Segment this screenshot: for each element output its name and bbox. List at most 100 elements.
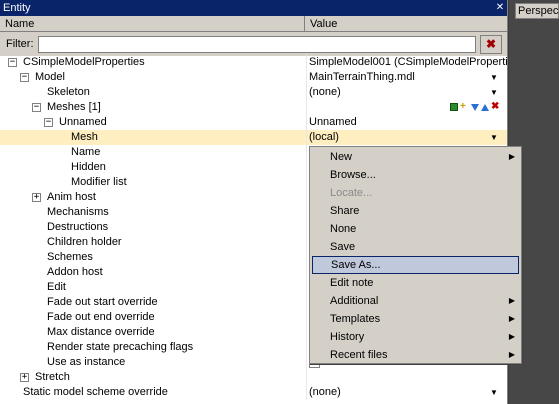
menu-item-label: Browse... [330,169,376,181]
submenu-arrow-icon: ▶ [508,152,515,161]
submenu-arrow-icon: ▶ [508,314,515,323]
model-value[interactable]: MainTerrainThing.mdl [309,70,415,85]
menu-item-label: Additional [330,295,379,307]
list-actions: + ✖ [450,102,501,112]
tree-row[interactable]: − Unnamed Unnamed [0,115,507,130]
tree-row[interactable]: − CSimpleModelProperties SimpleModel001 … [0,55,507,70]
panel-titlebar: Entity ✕ [0,0,507,16]
row-name: Static model scheme override [23,386,168,398]
clear-filter-button[interactable]: ✖ [480,35,502,54]
menu-item-label: Recent files [330,349,388,361]
menu-item-recent-files[interactable]: Recent files ▶ [312,346,519,364]
delete-icon[interactable]: ✖ [491,102,499,112]
column-divider [306,100,307,115]
row-name: CSimpleModelProperties [23,56,145,68]
submenu-arrow-icon: ▶ [508,296,515,305]
column-header: Name Value [0,16,507,32]
menu-item-label: Locate... [330,187,373,199]
viewport-label[interactable]: Perspective [515,3,559,19]
dropdown-arrow-icon[interactable]: ▼ [490,85,498,100]
plus-icon[interactable]: + [460,102,469,112]
row-name: Unnamed [59,116,107,128]
dropdown-arrow-icon[interactable]: ▼ [490,130,498,145]
column-divider [306,145,307,160]
row-value: Unnamed [309,116,357,128]
dropdown-arrow-icon[interactable]: ▼ [490,70,498,85]
menu-item-label: Edit note [330,277,374,289]
column-divider [306,235,307,250]
menu-item-label: History [330,331,365,343]
column-value-header[interactable]: Value [305,16,507,32]
collapse-icon[interactable]: − [8,58,17,67]
row-name: Mechanisms [47,206,109,218]
menu-item-label: Templates [330,313,381,325]
dropdown-arrow-icon[interactable]: ▼ [490,385,498,400]
column-divider [306,280,307,295]
close-icon[interactable]: ✕ [494,2,506,14]
tree-row-selected[interactable]: Mesh (local) ▼ [0,130,507,145]
column-divider [306,370,307,385]
collapse-icon[interactable]: − [44,118,53,127]
move-up-icon[interactable] [481,104,489,111]
column-divider [306,115,307,130]
submenu-arrow-icon: ▶ [508,350,515,359]
scheme-override-value[interactable]: (none) [309,385,341,400]
row-name: Skeleton [47,86,90,98]
menu-item-history[interactable]: History ▶ [312,328,519,346]
column-divider [306,70,307,85]
row-name: Use as instance [47,356,126,368]
menu-item-label: Save [330,241,356,253]
column-divider [306,295,307,310]
column-divider [306,310,307,325]
row-name: Edit [47,281,66,293]
skeleton-value[interactable]: (none) [309,85,341,100]
collapse-icon[interactable]: − [20,73,29,82]
column-divider [306,325,307,340]
menu-item-locate: Locate... [312,184,519,202]
column-divider [306,175,307,190]
column-divider [306,340,307,355]
menu-item-new[interactable]: New ▶ [312,148,519,166]
column-divider [306,205,307,220]
row-name: Destructions [47,221,109,233]
row-name: Schemes [47,251,93,263]
expand-icon[interactable]: + [20,373,29,382]
menu-item-templates[interactable]: Templates ▶ [312,310,519,328]
mesh-value[interactable]: (local) [309,130,339,145]
tree-row[interactable]: − Meshes [1] + ✖ [0,100,507,115]
menu-item-none[interactable]: None [312,220,519,238]
add-item-icon[interactable] [450,103,458,111]
row-name: Addon host [47,266,103,278]
row-name: Anim host [47,191,96,203]
column-divider [306,160,307,175]
column-divider [306,220,307,235]
column-divider [306,130,307,145]
menu-item-browse[interactable]: Browse... [312,166,519,184]
menu-item-label: Share [330,205,360,217]
row-name: Render state precaching flags [47,341,194,353]
row-name: Name [71,146,101,158]
row-name: Fade out start override [47,296,158,308]
tree-row[interactable]: − Model MainTerrainThing.mdl ▼ [0,70,507,85]
expand-icon[interactable]: + [32,193,41,202]
filter-input[interactable] [38,36,476,53]
filter-label: Filter: [6,38,34,50]
collapse-icon[interactable]: − [32,103,41,112]
column-name-header[interactable]: Name [0,16,305,32]
column-divider [306,190,307,205]
filter-bar: Filter: ✖ [0,32,507,56]
menu-item-label: New [330,151,353,163]
tree-row[interactable]: Skeleton (none) ▼ [0,85,507,100]
menu-item-additional[interactable]: Additional ▶ [312,292,519,310]
menu-item-edit-note[interactable]: Edit note [312,274,519,292]
tree-row[interactable]: + Stretch [0,370,507,385]
tree-row[interactable]: Static model scheme override (none) ▼ [0,385,507,400]
row-name: Hidden [71,161,106,173]
context-menu: New ▶ Browse... Locate... Share None Sav… [309,146,522,364]
move-down-icon[interactable] [471,104,479,111]
column-divider [306,385,307,400]
menu-item-save[interactable]: Save [312,238,519,256]
menu-item-save-as[interactable]: Save As... [312,256,519,274]
menu-item-share[interactable]: Share [312,202,519,220]
column-divider [306,55,307,70]
